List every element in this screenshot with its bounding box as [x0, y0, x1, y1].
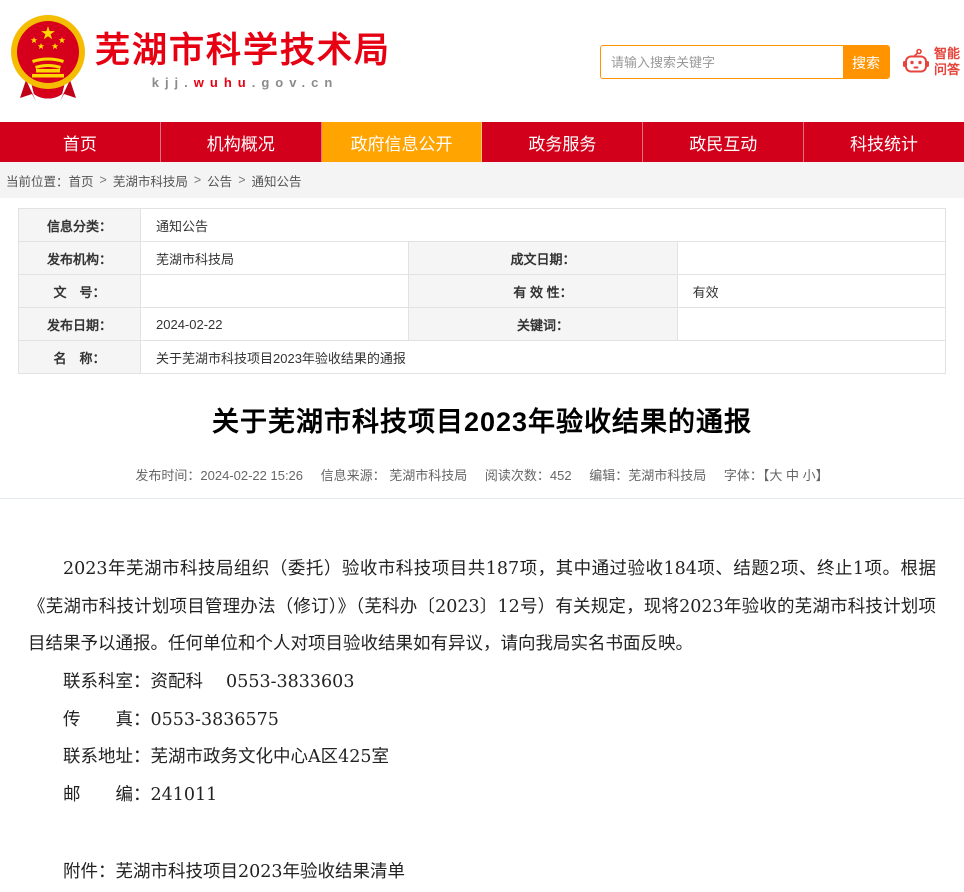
- site-url-part: wuhu: [194, 75, 252, 90]
- breadcrumb-link-home[interactable]: 首页: [69, 171, 94, 190]
- info-label-name: 名 称：: [19, 341, 141, 374]
- attachment-label: 附件：: [63, 862, 116, 882]
- nav-item-statistics[interactable]: 科技统计: [804, 122, 964, 162]
- table-row: 信息分类： 通知公告: [19, 209, 946, 242]
- breadcrumb-link-announcements[interactable]: 公告: [207, 171, 232, 190]
- info-label-publisher: 发布机构：: [19, 242, 141, 275]
- ai-assistant-button[interactable]: 智能 问答: [902, 46, 960, 79]
- nav-item-home[interactable]: 首页: [0, 122, 161, 162]
- info-value-written-date: [677, 242, 945, 275]
- info-value-validity: 有效: [677, 275, 945, 308]
- breadcrumb-prefix: 当前位置：: [6, 171, 69, 190]
- ai-assistant-label: 智能 问答: [934, 46, 960, 79]
- national-emblem-logo: [6, 10, 90, 106]
- table-row: 发布机构： 芜湖市科技局 成文日期：: [19, 242, 946, 275]
- main-nav: 首页 机构概况 政府信息公开 政务服务 政民互动 科技统计: [0, 122, 964, 162]
- search-input[interactable]: [601, 46, 843, 78]
- document-info-table: 信息分类： 通知公告 发布机构： 芜湖市科技局 成文日期： 文 号： 有 效 性…: [18, 208, 946, 374]
- contact-office: 联系科室：资配科 0553-3833603: [28, 664, 936, 702]
- nav-item-services[interactable]: 政务服务: [482, 122, 643, 162]
- article-body: 2023年芜湖市科技局组织（委托）验收市科技项目共187项，其中通过验收184项…: [0, 499, 964, 892]
- breadcrumb-separator: >: [100, 173, 107, 187]
- info-label-keywords: 关键词：: [409, 308, 677, 341]
- breadcrumb-link-notices[interactable]: 通知公告: [252, 171, 302, 190]
- breadcrumb-separator: >: [194, 173, 201, 187]
- table-row: 发布日期： 2024-02-22 关键词：: [19, 308, 946, 341]
- info-label-publish-date: 发布日期：: [19, 308, 141, 341]
- site-title: 芜湖市科学技术局: [95, 30, 395, 72]
- info-value-publish-date: 2024-02-22: [141, 308, 409, 341]
- info-value-publisher: 芜湖市科技局: [141, 242, 409, 275]
- table-row: 名 称： 关于芜湖市科技项目2023年验收结果的通报: [19, 341, 946, 374]
- search-button[interactable]: 搜索: [843, 46, 889, 79]
- contact-address: 联系地址：芜湖市政务文化中心A区425室: [28, 739, 936, 777]
- info-value-keywords: [677, 308, 945, 341]
- breadcrumb: 当前位置： 首页 > 芜湖市科技局 > 公告 > 通知公告: [0, 162, 964, 198]
- contact-zipcode: 邮 编：241011: [28, 777, 936, 815]
- attachment-link[interactable]: 芜湖市科技项目2023年验收结果清单: [116, 862, 406, 882]
- site-url-part: kjj.: [152, 75, 194, 90]
- site-url-part: .gov.cn: [252, 75, 339, 90]
- meta-editor: 编辑：芜湖市科技局: [589, 468, 706, 483]
- info-label-doc-number: 文 号：: [19, 275, 141, 308]
- meta-source: 信息来源： 芜湖市科技局: [321, 468, 468, 483]
- contact-fax: 传 真：0553-3836575: [28, 702, 936, 740]
- info-value-category: 通知公告: [141, 209, 946, 242]
- meta-views: 阅读次数：452: [485, 468, 572, 483]
- site-header: 芜湖市科学技术局 kjj.wuhu.gov.cn 搜索 智能 问答: [0, 0, 964, 122]
- nav-item-gov-info[interactable]: 政府信息公开: [322, 122, 483, 162]
- meta-publish-time: 发布时间：2024-02-22 15:26: [135, 468, 303, 483]
- info-label-validity: 有 效 性：: [409, 275, 677, 308]
- site-url: kjj.wuhu.gov.cn: [95, 75, 395, 90]
- nav-item-overview[interactable]: 机构概况: [161, 122, 322, 162]
- info-value-name: 关于芜湖市科技项目2023年验收结果的通报: [141, 341, 946, 374]
- article-meta: 发布时间：2024-02-22 15:26 信息来源： 芜湖市科技局 阅读次数：…: [0, 465, 964, 499]
- robot-icon: [902, 48, 930, 76]
- breadcrumb-link-bureau[interactable]: 芜湖市科技局: [113, 171, 188, 190]
- info-label-category: 信息分类：: [19, 209, 141, 242]
- font-size-controls[interactable]: 字体：【大 中 小】: [724, 468, 829, 483]
- info-label-written-date: 成文日期：: [409, 242, 677, 275]
- attachment-line: 附件：芜湖市科技项目2023年验收结果清单: [28, 854, 936, 892]
- article-paragraph: 2023年芜湖市科技局组织（委托）验收市科技项目共187项，其中通过验收184项…: [28, 551, 936, 664]
- nav-item-interaction[interactable]: 政民互动: [643, 122, 804, 162]
- article-title: 关于芜湖市科技项目2023年验收结果的通报: [18, 400, 946, 439]
- table-row: 文 号： 有 效 性： 有效: [19, 275, 946, 308]
- info-value-doc-number: [141, 275, 409, 308]
- breadcrumb-separator: >: [238, 173, 245, 187]
- search-box: 搜索: [600, 45, 890, 79]
